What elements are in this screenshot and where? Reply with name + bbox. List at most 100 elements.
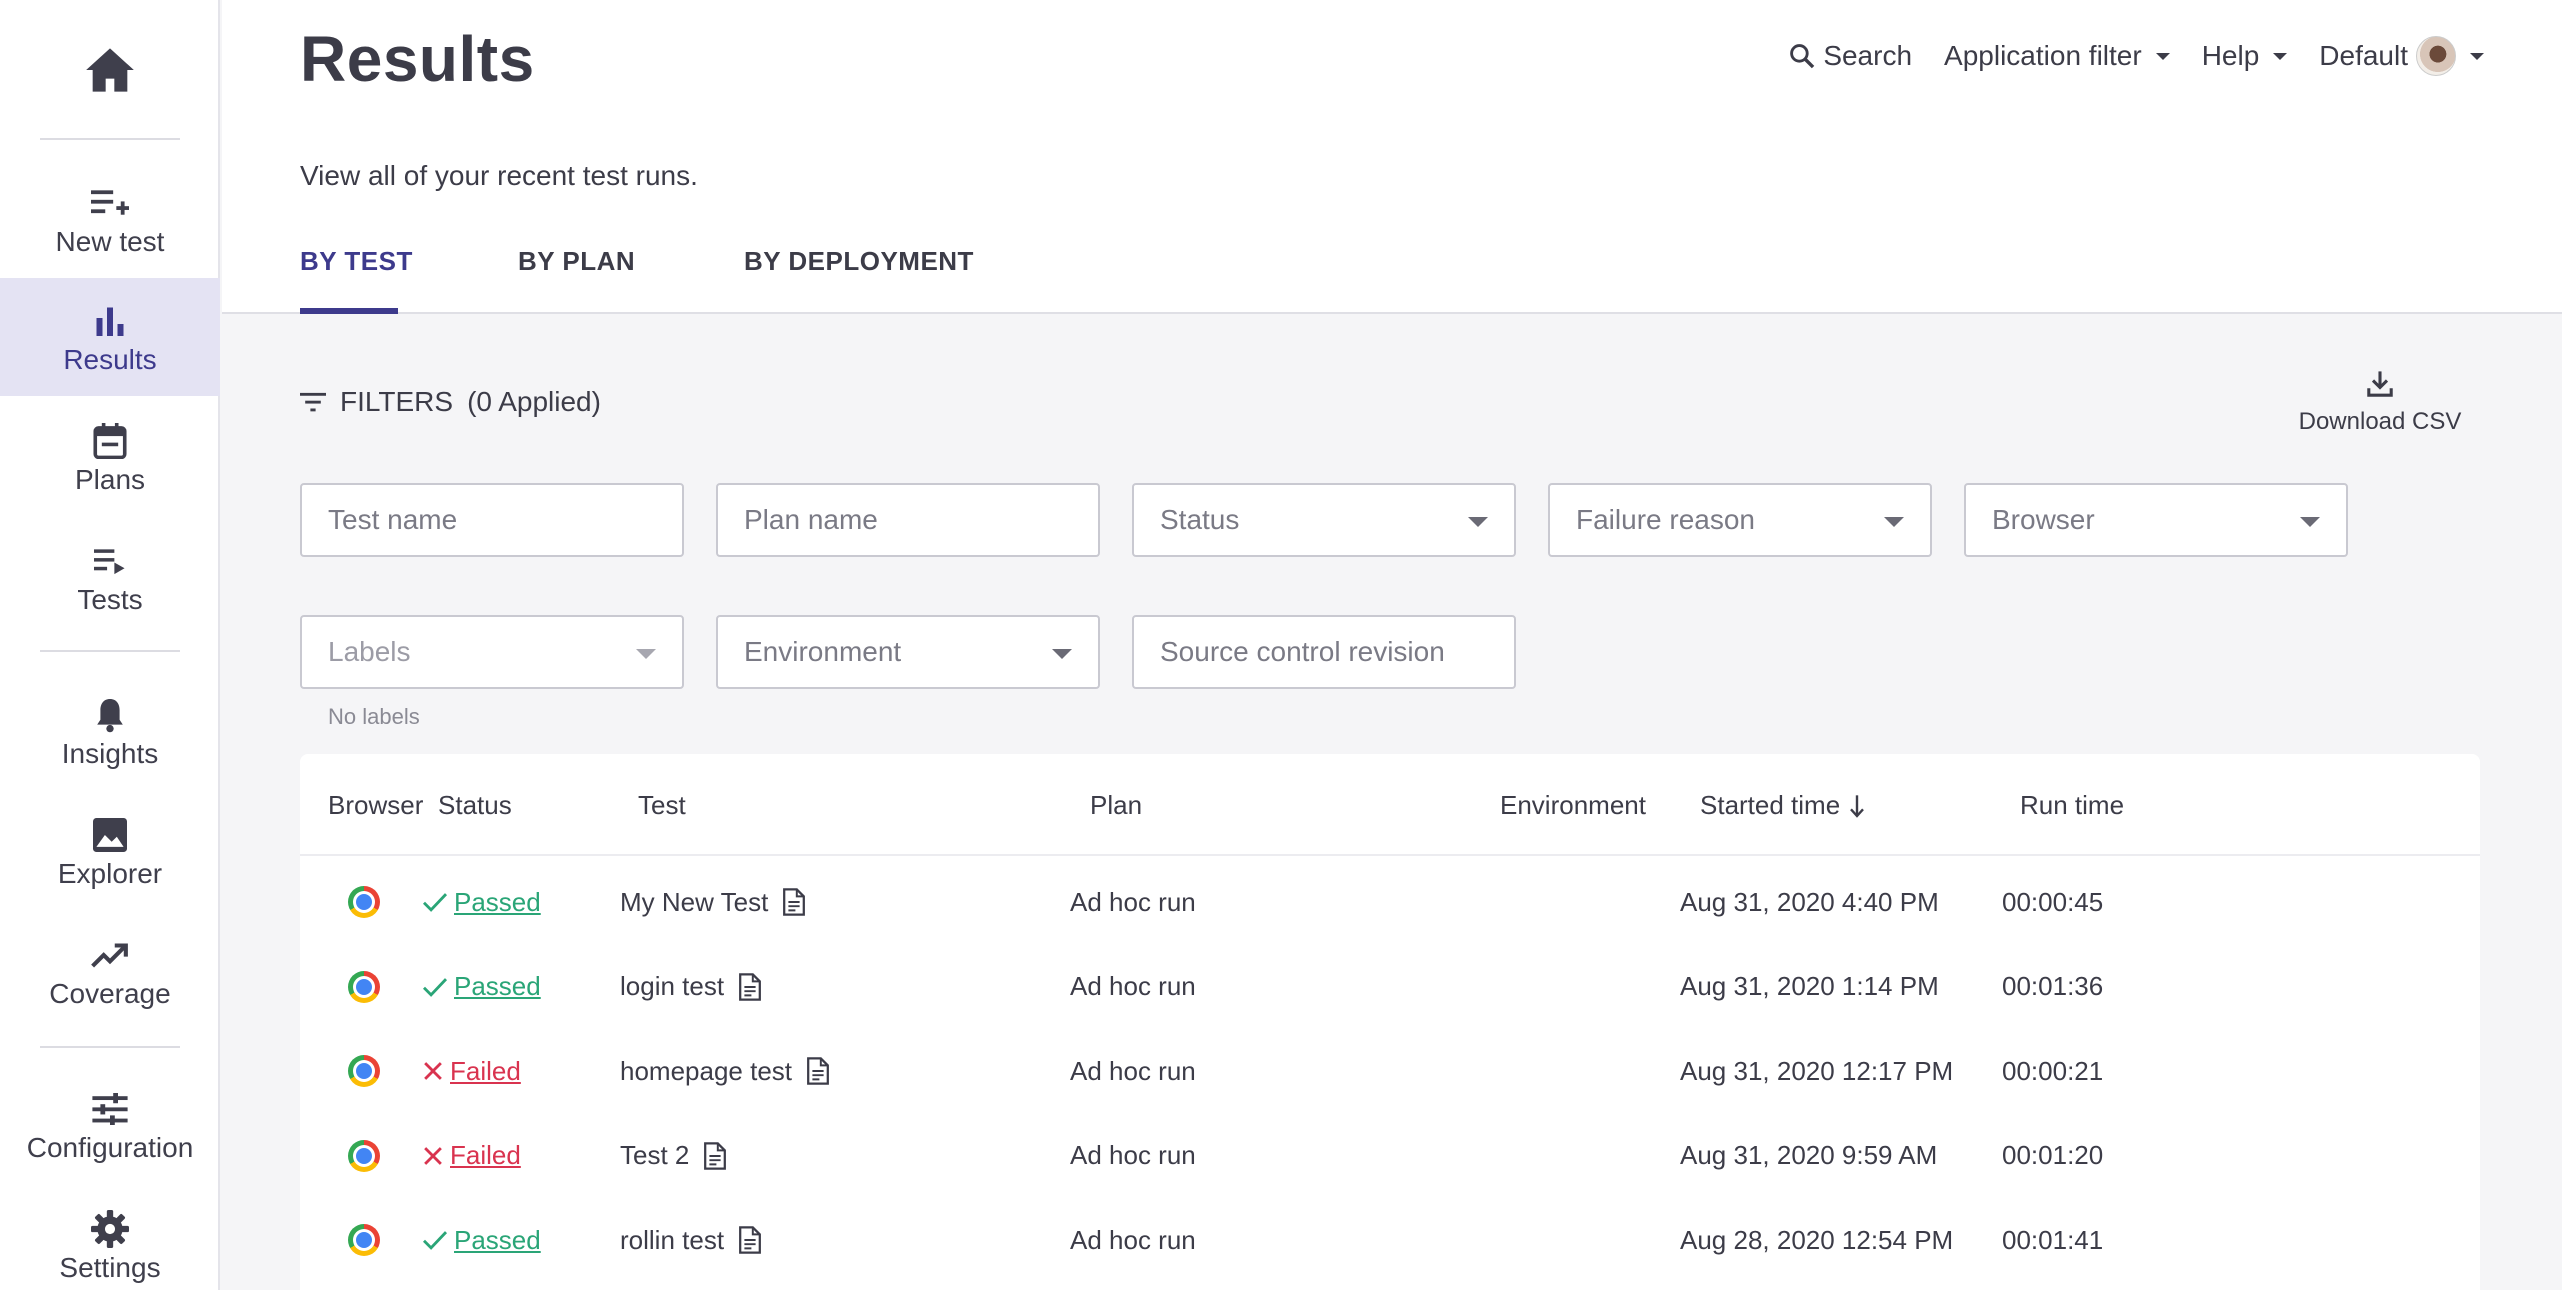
chrome-icon — [348, 1224, 380, 1256]
arrow-down-icon — [1850, 794, 1865, 818]
test-cell: My New Test — [620, 860, 806, 944]
tab-by-test[interactable]: BY TEST — [300, 240, 412, 314]
document-icon[interactable] — [782, 888, 806, 916]
dropdown-arrow-icon — [1052, 649, 1072, 659]
browser-select[interactable]: Browser — [1964, 483, 2348, 557]
labels-select[interactable]: Labels — [300, 615, 684, 689]
column-header-environment[interactable]: Environment — [1500, 790, 1646, 821]
search-button[interactable]: Search — [1789, 40, 1912, 72]
sidebar-item-new-test[interactable]: New test — [0, 160, 220, 278]
plan-cell: Ad hoc run — [1070, 886, 1196, 917]
chrome-icon — [348, 1139, 380, 1172]
account-dropdown[interactable]: Default — [2319, 36, 2484, 76]
column-header-started-time[interactable]: Started time — [1700, 790, 1866, 821]
table-header: Browser Status Test Plan Environment Sta… — [300, 754, 2480, 856]
column-header-status[interactable]: Status — [438, 790, 512, 821]
plan-name-input[interactable]: Plan name — [716, 483, 1100, 557]
browser-cell — [348, 1029, 380, 1113]
sidebar-item-tests[interactable]: Tests — [0, 518, 220, 636]
failure-reason-select[interactable]: Failure reason — [1548, 483, 1932, 557]
sidebar-item-settings[interactable]: Settings — [0, 1186, 220, 1290]
sliders-icon — [92, 1086, 128, 1132]
status-link[interactable]: Passed — [454, 971, 541, 1002]
environment-select[interactable]: Environment — [716, 615, 1100, 689]
status-cell: Passed — [422, 945, 541, 1029]
sidebar-item-insights[interactable]: Insights — [0, 672, 220, 790]
status-link[interactable]: Failed — [450, 1056, 521, 1087]
column-header-run-time[interactable]: Run time — [2020, 790, 2124, 821]
account-label: Default — [2319, 40, 2408, 71]
table-row[interactable]: Failed homepage test Ad hoc run Aug 31, 202… — [300, 1029, 2480, 1113]
column-header-browser[interactable]: Browser — [328, 790, 423, 821]
dropdown-arrow-icon — [1468, 517, 1488, 527]
browser-cell — [348, 860, 380, 944]
status-link[interactable]: Passed — [454, 887, 541, 918]
environment-select-label: Environment — [744, 636, 902, 667]
document-icon[interactable] — [703, 1141, 727, 1170]
tab-by-plan[interactable]: BY PLAN — [518, 240, 635, 314]
document-icon[interactable] — [738, 1226, 762, 1254]
status-select-label: Status — [1160, 504, 1240, 535]
playlist-play-icon — [94, 538, 126, 584]
sidebar-item-explorer[interactable]: Explorer — [0, 792, 220, 910]
document-icon[interactable] — [738, 972, 762, 1001]
sidebar-item-coverage[interactable]: Coverage — [0, 912, 220, 1030]
chevron-down-icon — [2155, 52, 2170, 60]
test-name[interactable]: login test — [620, 971, 724, 1002]
document-icon[interactable] — [806, 1057, 830, 1085]
test-name[interactable]: homepage test — [620, 1056, 792, 1087]
chrome-icon — [348, 886, 380, 918]
status-link[interactable]: Failed — [450, 1140, 521, 1171]
table-row[interactable]: Passed My New Test Ad hoc run Aug 31, 2020 … — [300, 860, 2480, 944]
results-table: Browser Status Test Plan Environment Sta… — [300, 754, 2480, 1290]
table-row[interactable]: Passed rollin test Ad hoc run Aug 28, 2020 … — [300, 1198, 2480, 1282]
test-cell: homepage test — [620, 1029, 830, 1113]
download-csv-button[interactable]: Download CSV — [2290, 370, 2470, 436]
avatar — [2416, 36, 2456, 76]
application-filter-dropdown[interactable]: Application filter — [1944, 40, 2170, 72]
sidebar-item-label: Insights — [61, 738, 159, 769]
table-row[interactable]: Passed login test Ad hoc run Aug 31, 2020 1… — [300, 945, 2480, 1029]
sidebar: New test Results Plans Tests Insights Ex… — [0, 0, 220, 1290]
plan-name-placeholder: Plan name — [744, 504, 878, 535]
home-button[interactable] — [0, 30, 220, 110]
plan-cell: Ad hoc run — [1070, 971, 1196, 1001]
test-name[interactable]: My New Test — [620, 887, 768, 918]
dropdown-arrow-icon — [636, 649, 656, 659]
labels-helper-text: No labels — [328, 704, 420, 729]
status-cell: Passed — [422, 860, 541, 944]
browser-cell — [348, 1114, 380, 1198]
download-csv-label: Download CSV — [2298, 408, 2462, 435]
column-header-plan[interactable]: Plan — [1090, 790, 1142, 821]
table-row[interactable]: Failed Test 2 Ad hoc run Aug 31, 2020 9:59 … — [300, 1114, 2480, 1198]
filters-toggle[interactable]: FILTERS (0 Applied) — [300, 386, 601, 418]
status-cell: Failed — [422, 1029, 521, 1113]
sidebar-item-label: Explorer — [57, 858, 163, 889]
status-cell: Failed — [422, 1114, 521, 1198]
download-icon — [2367, 371, 2393, 397]
check-icon — [422, 893, 448, 912]
test-cell: rollin test — [620, 1198, 762, 1282]
sidebar-item-configuration[interactable]: Configuration — [0, 1066, 220, 1184]
test-name-input[interactable]: Test name — [300, 483, 684, 557]
column-header-test[interactable]: Test — [638, 790, 686, 821]
test-name[interactable]: rollin test — [620, 1225, 724, 1256]
playlist-add-icon — [91, 180, 129, 226]
test-name-placeholder: Test name — [328, 504, 458, 535]
test-name[interactable]: Test 2 — [620, 1140, 689, 1171]
application-filter-label: Application filter — [1944, 40, 2142, 71]
close-icon — [424, 1146, 442, 1165]
filters-applied-count: (0 Applied) — [467, 386, 601, 417]
trending-up-icon — [91, 932, 129, 978]
sidebar-item-results[interactable]: Results — [0, 278, 220, 396]
source-control-revision-input[interactable]: Source control revision — [1132, 615, 1516, 689]
top-nav: Search Application filter Help Default — [1789, 36, 2484, 76]
help-dropdown[interactable]: Help — [2202, 40, 2288, 72]
search-icon — [1790, 44, 1815, 69]
status-select[interactable]: Status — [1132, 483, 1516, 557]
help-label: Help — [2201, 40, 2260, 71]
sidebar-item-plans[interactable]: Plans — [0, 398, 220, 516]
tab-by-deployment[interactable]: BY DEPLOYMENT — [744, 240, 974, 314]
sidebar-item-label: Settings — [59, 1252, 161, 1283]
status-link[interactable]: Passed — [454, 1225, 541, 1256]
